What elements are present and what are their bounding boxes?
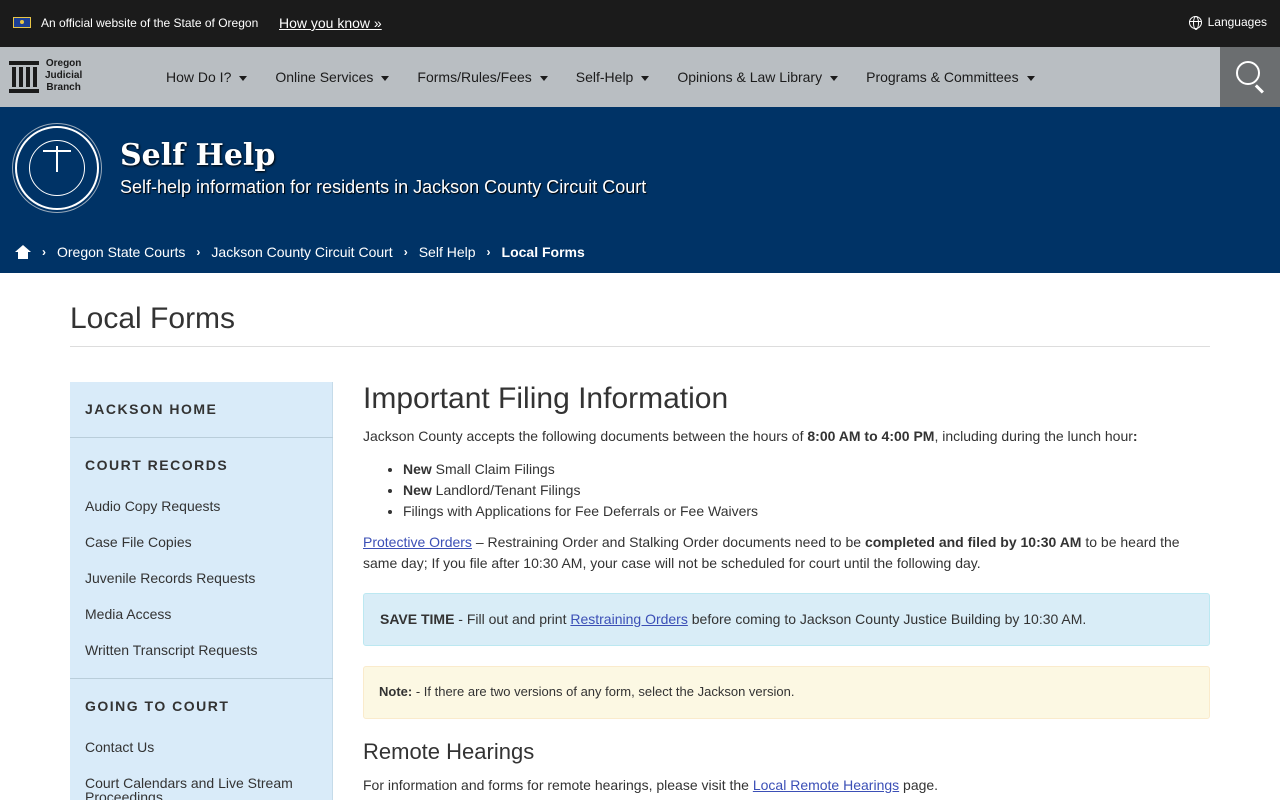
sidebar-item-contact-us[interactable]: Contact Us — [85, 740, 315, 754]
caret-down-icon — [1026, 75, 1035, 81]
main-nav: Oregon Judicial Branch How Do I? Online … — [0, 47, 1280, 107]
sidebar-item-audio-copy-requests[interactable]: Audio Copy Requests — [85, 499, 315, 513]
remote-hearings-paragraph: For information and forms for remote hea… — [363, 777, 939, 793]
sidebar-jackson-home[interactable]: JACKSON HOME — [85, 401, 217, 417]
caret-down-icon — [239, 75, 248, 81]
save-time-alert: SAVE TIME - Fill out and print Restraini… — [363, 593, 1210, 646]
caret-down-icon — [539, 75, 548, 81]
hero-banner: Self Help Self-help information for resi… — [0, 107, 1280, 273]
search-button[interactable] — [1220, 47, 1280, 107]
sidebar: JACKSON HOME COURT RECORDS Audio Copy Re… — [70, 382, 333, 800]
languages-button[interactable]: Languages — [1188, 15, 1267, 30]
sidebar-item-case-file-copies[interactable]: Case File Copies — [85, 535, 315, 549]
nav-item-programs-committees[interactable]: Programs & Committees — [866, 69, 1035, 85]
how-you-know-link[interactable]: How you know » — [279, 15, 382, 31]
oregon-flag-icon — [13, 17, 31, 28]
courthouse-icon — [9, 59, 39, 93]
title-divider — [70, 346, 1210, 347]
filing-info-heading: Important Filing Information — [363, 382, 729, 415]
remote-hearings-heading: Remote Hearings — [363, 739, 535, 764]
home-icon[interactable] — [15, 245, 31, 259]
caret-down-icon — [830, 75, 839, 81]
languages-label: Languages — [1207, 15, 1267, 29]
breadcrumb-jackson-county[interactable]: Jackson County Circuit Court — [211, 244, 392, 260]
scales-icon — [43, 146, 71, 172]
hero-title: Self Help — [120, 138, 276, 173]
protective-orders-paragraph: Protective Orders – Restraining Order an… — [363, 534, 1180, 571]
protective-orders-link[interactable]: Protective Orders — [363, 534, 472, 550]
sidebar-item-written-transcript[interactable]: Written Transcript Requests — [85, 643, 315, 657]
chevron-right-icon: › — [42, 245, 46, 259]
logo-text: Oregon Judicial Branch — [45, 58, 83, 93]
nav-menu: How Do I? Online Services Forms/Rules/Fe… — [166, 47, 1063, 107]
accepted-documents-list: New Small Claim Filings New Landlord/Ten… — [403, 459, 758, 522]
official-site-text: An official website of the State of Oreg… — [41, 16, 259, 30]
caret-down-icon — [641, 75, 650, 81]
sidebar-heading-court-records[interactable]: COURT RECORDS — [85, 457, 228, 473]
ojd-logo[interactable]: Oregon Judicial Branch — [9, 58, 82, 94]
breadcrumb: › Oregon State Courts › Jackson County C… — [15, 244, 585, 260]
sidebar-item-media-access[interactable]: Media Access — [85, 607, 315, 621]
nav-item-self-help[interactable]: Self-Help — [576, 69, 650, 85]
list-item: New Small Claim Filings — [403, 459, 758, 480]
breadcrumb-self-help[interactable]: Self Help — [419, 244, 476, 260]
nav-item-online-services[interactable]: Online Services — [275, 69, 390, 85]
list-item: Filings with Applications for Fee Deferr… — [403, 501, 758, 522]
restraining-orders-link[interactable]: Restraining Orders — [570, 611, 688, 627]
judicial-seal-logo — [15, 126, 99, 210]
local-remote-hearings-link[interactable]: Local Remote Hearings — [753, 777, 899, 793]
nav-item-how-do-i[interactable]: How Do I? — [166, 69, 248, 85]
page-title: Local Forms — [70, 302, 236, 335]
breadcrumb-oregon-state-courts[interactable]: Oregon State Courts — [57, 244, 185, 260]
chevron-right-icon: › — [196, 245, 201, 259]
hero-subtitle: Self-help information for residents in J… — [120, 177, 647, 197]
list-item: New Landlord/Tenant Filings — [403, 480, 758, 501]
nav-item-opinions-law-library[interactable]: Opinions & Law Library — [677, 69, 839, 85]
official-banner: An official website of the State of Oreg… — [0, 0, 1280, 47]
sidebar-item-juvenile-records[interactable]: Juvenile Records Requests — [85, 571, 315, 585]
globe-icon — [1188, 15, 1202, 30]
sidebar-heading-going-to-court[interactable]: GOING TO COURT — [85, 698, 229, 714]
search-icon — [1236, 61, 1260, 85]
nav-item-forms-rules-fees[interactable]: Forms/Rules/Fees — [417, 69, 548, 85]
hours-paragraph: Jackson County accepts the following doc… — [363, 428, 1138, 444]
breadcrumb-current: Local Forms — [501, 244, 585, 260]
sidebar-item-court-calendars[interactable]: Court Calendars and Live Stream Proceedi… — [85, 776, 315, 800]
note-alert: Note: - If there are two versions of any… — [363, 666, 1210, 719]
chevron-right-icon: › — [403, 245, 408, 259]
caret-down-icon — [381, 75, 390, 81]
chevron-right-icon: › — [486, 245, 491, 259]
